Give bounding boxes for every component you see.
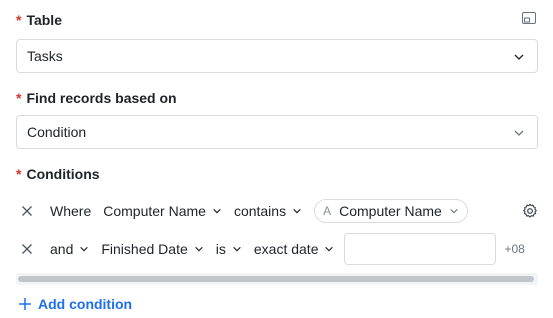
value-field-select[interactable]: A Computer Name (314, 199, 468, 223)
close-icon (22, 244, 32, 254)
plus-icon (19, 298, 31, 310)
chevron-down-icon (514, 130, 524, 136)
gear-icon[interactable] (522, 203, 538, 219)
operator-select[interactable]: contains (234, 203, 302, 219)
date-mode-select[interactable]: exact date (254, 241, 335, 257)
scrollbar-thumb[interactable] (18, 276, 534, 282)
required-mark: * (16, 12, 22, 28)
timezone-label: +08 (504, 242, 525, 256)
field-select[interactable]: Finished Date (101, 241, 203, 257)
date-value-input[interactable] (344, 233, 497, 265)
table-select[interactable]: Tasks (16, 39, 538, 73)
table-select-value: Tasks (27, 48, 63, 64)
required-mark: * (16, 90, 22, 106)
chevron-down-icon (450, 208, 458, 214)
horizontal-scrollbar[interactable] (16, 273, 538, 285)
chevron-down-icon (213, 208, 221, 214)
condition-row: Where Computer Name contains A Computer … (16, 195, 546, 227)
text-field-icon: A (323, 204, 332, 218)
remove-condition-button[interactable] (16, 238, 38, 260)
find-records-select-value: Condition (27, 124, 87, 140)
close-icon (22, 206, 32, 216)
find-records-label: * Find records based on (16, 90, 177, 106)
conjunction-label: Where (50, 203, 92, 219)
field-select[interactable]: Computer Name (103, 203, 222, 219)
chevron-down-icon (195, 246, 203, 252)
operator-select[interactable]: is (216, 241, 242, 257)
chevron-down-icon (80, 246, 89, 252)
required-mark: * (16, 166, 22, 182)
chevron-down-icon (325, 246, 334, 252)
add-condition-button[interactable]: Add condition (18, 296, 132, 312)
chevron-down-icon (293, 208, 301, 214)
condition-row: and Finished Date is exact date +08 (16, 233, 546, 265)
remove-condition-button[interactable] (16, 200, 38, 222)
layout-icon[interactable] (522, 12, 536, 24)
chevron-down-icon (233, 246, 241, 252)
table-label: * Table (16, 12, 62, 28)
find-records-select[interactable]: Condition (16, 115, 538, 149)
conditions-label: * Conditions (16, 166, 100, 182)
conjunction-select[interactable]: and (50, 241, 89, 257)
chevron-down-icon (514, 54, 524, 60)
